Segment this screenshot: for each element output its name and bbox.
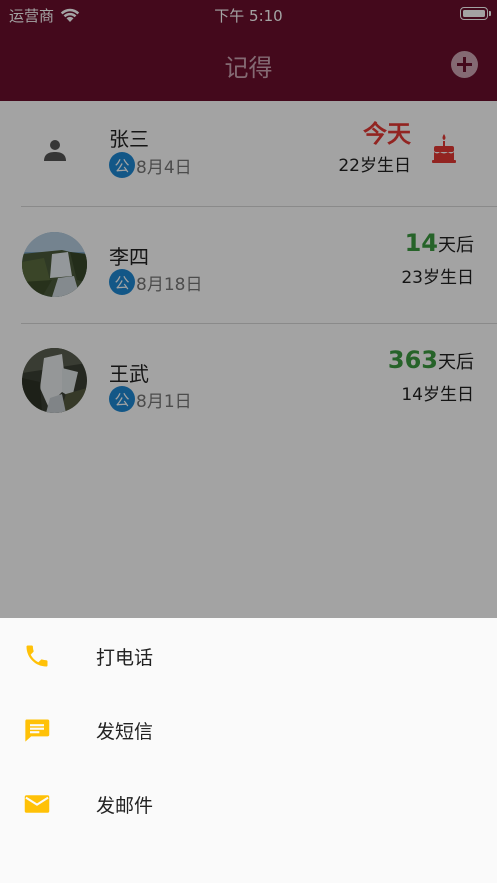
sms-label: 发短信 <box>96 721 154 743</box>
email-option[interactable]: 发邮件 <box>0 766 497 840</box>
call-option[interactable]: 打电话 <box>0 618 497 692</box>
phone-icon <box>26 645 48 667</box>
modal-scrim[interactable] <box>0 0 497 618</box>
email-icon <box>24 795 50 813</box>
sms-option[interactable]: 发短信 <box>0 692 497 766</box>
action-sheet: 打电话 发短信 发邮件 <box>0 618 497 883</box>
email-label: 发邮件 <box>96 795 154 817</box>
message-icon <box>25 719 50 742</box>
call-label: 打电话 <box>96 647 154 669</box>
